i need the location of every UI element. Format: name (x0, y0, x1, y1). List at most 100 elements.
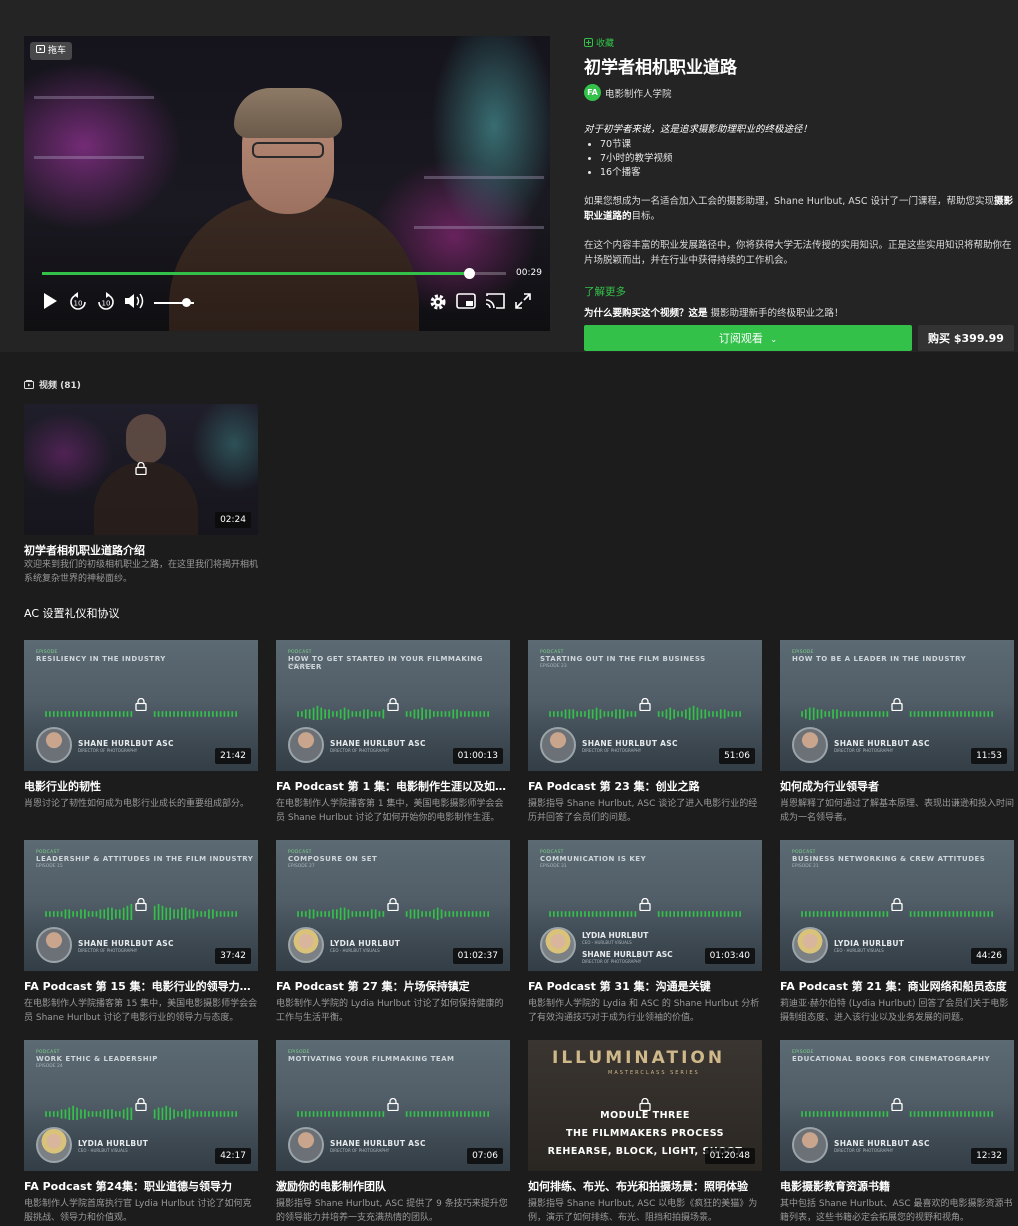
video-title[interactable]: FA Podcast 第 23 集：创业之路 (528, 778, 762, 794)
play-button[interactable] (42, 292, 58, 316)
video-thumbnail[interactable]: ILLUMINATION MASTERCLASS SERIES MODULE THR… (528, 1040, 762, 1171)
waveform-bar (99, 711, 102, 717)
waveform-bar (161, 711, 164, 717)
volume-knob[interactable] (182, 298, 191, 307)
video-title[interactable]: FA Podcast 第 21 集：商业网络和船员态度 (780, 978, 1014, 994)
video-thumbnail[interactable]: PODCAST WORK ETHIC & LEADERSHIP EPISODE 24… (24, 1040, 258, 1171)
video-title[interactable]: FA Podcast 第 27 集：片场保持镇定 (276, 978, 510, 994)
video-title[interactable]: 如何排练、布光、布光和拍摄场景：照明体验 (528, 1178, 762, 1194)
buy-button[interactable]: 购买 $399.99 (918, 325, 1014, 351)
volume-button[interactable] (124, 292, 146, 316)
favorite-button[interactable]: 收藏 (584, 36, 1014, 49)
video-title[interactable]: 电影摄影教育资源书籍 (780, 1178, 1014, 1194)
waveform-bar (308, 1111, 311, 1117)
waveform-bar (828, 911, 830, 917)
waveform-bar (824, 911, 827, 917)
waveform-bar (111, 1109, 113, 1119)
waveform-bar (968, 711, 970, 717)
waveform-bar (312, 909, 315, 919)
video-card[interactable]: PODCAST WORK ETHIC & LEADERSHIP EPISODE 24… (24, 1040, 260, 1225)
video-thumbnail[interactable]: PODCAST BUSINESS NETWORKING & CREW ATTITU… (780, 840, 1014, 971)
waveform-bar (332, 909, 334, 919)
waveform-bar (297, 911, 299, 917)
video-title[interactable]: FA Podcast 第 1 集：电影制作生涯以及如何开始 (276, 778, 510, 794)
waveform-bar (828, 711, 830, 717)
video-thumbnail[interactable]: EPISODE RESILIENCY IN THE INDUSTRY SHANE H… (24, 640, 258, 771)
waveform-bar (847, 711, 850, 717)
video-title[interactable]: FA Podcast 第 31 集：沟通是关键 (528, 978, 762, 994)
waveform-bar (475, 1111, 478, 1117)
cast-button[interactable] (484, 292, 506, 316)
settings-button[interactable] (428, 292, 448, 318)
waveform-bar (553, 711, 555, 717)
video-card[interactable]: PODCAST HOW TO GET STARTED IN YOUR FILMMA… (276, 640, 512, 825)
progress-knob[interactable] (463, 268, 475, 279)
waveform-bar (452, 709, 455, 719)
rewind-10-button[interactable]: 10 (68, 292, 88, 318)
episode-title: EDUCATIONAL BOOKS FOR CINEMATOGRAPHY (792, 1055, 991, 1063)
video-card[interactable]: PODCAST LEADERSHIP & ATTITUDES IN THE FIL… (24, 840, 260, 1025)
waveform-bar (440, 711, 443, 717)
author-link[interactable]: FA 电影制作人学院 (584, 84, 1014, 101)
video-player[interactable]: 拖车 00:29 10 10 (24, 36, 550, 331)
video-card[interactable]: EPISODE MOTIVATING YOUR FILMMAKING TEAM SH… (276, 1040, 512, 1225)
waveform-bar (948, 1111, 951, 1117)
video-thumbnail[interactable]: PODCAST STARTING OUT IN THE FILM BUSINESS… (528, 640, 762, 771)
subscribe-button[interactable]: 订阅观看 ⌄ (584, 325, 912, 351)
video-card[interactable]: PODCAST COMPOSURE ON SET EPISODE 27 LYDIA H… (276, 840, 512, 1025)
video-title[interactable]: FA Podcast 第24集：职业道德与领导力 (24, 1178, 258, 1194)
progress-bar[interactable] (42, 268, 506, 279)
section-title: AC 设置礼仪和协议 (24, 607, 120, 620)
waveform-bar (464, 911, 466, 917)
waveform-bar (859, 711, 862, 717)
video-thumbnail[interactable]: EPISODE MOTIVATING YOUR FILMMAKING TEAM SH… (276, 1040, 510, 1171)
video-card[interactable]: PODCAST BUSINESS NETWORKING & CREW ATTITU… (780, 840, 1016, 1025)
video-card[interactable]: EPISODE RESILIENCY IN THE INDUSTRY SHANE H… (24, 640, 260, 825)
video-title[interactable]: FA Podcast 第 15 集：电影行业的领导力与态度 (24, 978, 258, 994)
waveform-bar (712, 911, 714, 917)
waveform-bar (665, 911, 668, 917)
duration-badge: 12:32 (971, 1148, 1007, 1164)
waveform-bar (84, 1109, 86, 1119)
video-thumbnail[interactable]: PODCAST COMMUNICATION IS KEY EPISODE 31 LYD… (528, 840, 762, 971)
waveform-bar (103, 909, 106, 919)
progress-fill (42, 272, 469, 275)
video-title[interactable]: 如何成为行业领导者 (780, 778, 1014, 794)
video-card[interactable]: PODCAST COMMUNICATION IS KEY EPISODE 31 LYD… (528, 840, 764, 1025)
video-card[interactable]: EPISODE EDUCATIONAL BOOKS FOR CINEMATOGRA… (780, 1040, 1016, 1225)
host-avatar (288, 1127, 324, 1163)
video-thumbnail[interactable]: PODCAST HOW TO GET STARTED IN YOUR FILMMA… (276, 640, 510, 771)
waveform-bar (863, 1111, 865, 1117)
waveform-bar (549, 911, 551, 917)
video-title[interactable]: 电影行业的韧性 (24, 778, 258, 794)
waveform-bar (688, 707, 691, 720)
waveform-bar (471, 911, 474, 917)
lock-icon (639, 698, 651, 711)
video-thumbnail[interactable]: EPISODE EDUCATIONAL BOOKS FOR CINEMATOGRA… (780, 1040, 1014, 1171)
highlight-item: 7小时的教学视频 (600, 152, 1014, 166)
waveform-bar (87, 911, 90, 917)
intro-video-title[interactable]: 初学者相机职业道路介绍 (24, 542, 145, 558)
video-title[interactable]: 激励你的电影制作团队 (276, 1178, 510, 1194)
pip-button[interactable] (456, 292, 476, 316)
waveform-bar (231, 911, 234, 917)
waveform-bar (987, 711, 990, 717)
intro-video-thumbnail[interactable]: 02:24 (24, 404, 258, 535)
waveform-bar (130, 711, 133, 717)
forward-icon: 10 (98, 292, 114, 310)
waveform-bar (840, 911, 842, 917)
waveform-bar (188, 909, 191, 919)
waveform-bar (956, 1111, 959, 1117)
video-thumbnail[interactable]: PODCAST LEADERSHIP & ATTITUDES IN THE FIL… (24, 840, 258, 971)
video-card[interactable]: EPISODE HOW TO BE A LEADER IN THE INDUSTR… (780, 640, 1016, 825)
fullscreen-button[interactable] (514, 292, 532, 316)
forward-10-button[interactable]: 10 (96, 292, 116, 318)
video-thumbnail[interactable]: PODCAST COMPOSURE ON SET EPISODE 27 LYDIA H… (276, 840, 510, 971)
learn-more-link[interactable]: 了解更多 (584, 284, 1014, 299)
video-desc: 电影制作人学院的 Lydia Hurlbut 讨论了如何保持健康的工作与生活平衡… (276, 999, 504, 1023)
video-card[interactable]: PODCAST STARTING OUT IN THE FILM BUSINESS… (528, 640, 764, 825)
waveform-bar (370, 909, 373, 919)
video-card[interactable]: ILLUMINATION MASTERCLASS SERIES MODULE THR… (528, 1040, 764, 1225)
video-thumbnail[interactable]: EPISODE HOW TO BE A LEADER IN THE INDUSTR… (780, 640, 1014, 771)
waveform-bar (882, 911, 885, 917)
